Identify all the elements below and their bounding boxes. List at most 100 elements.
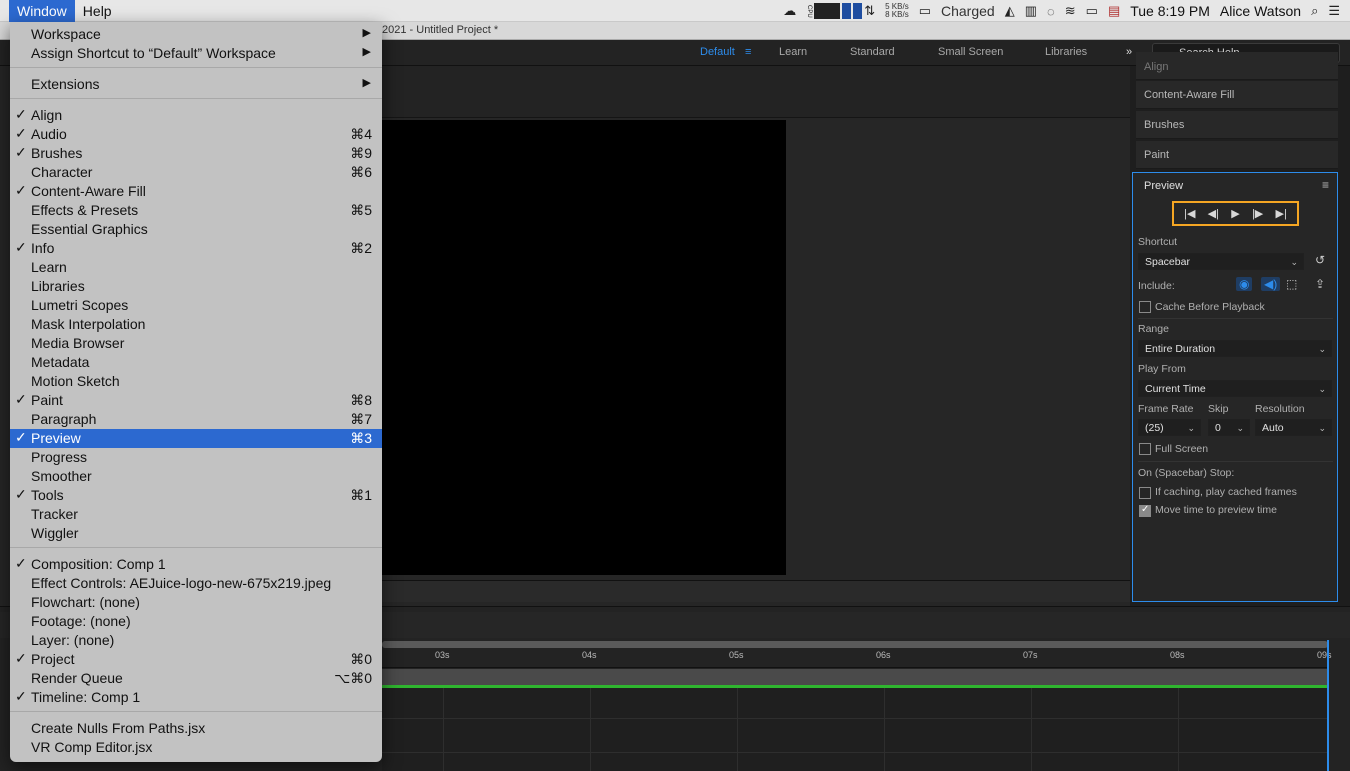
if-caching-checkbox[interactable] [1139,487,1151,499]
time-ruler[interactable] [382,648,1328,668]
last-frame-icon[interactable]: ▶| [1276,207,1287,220]
menu-item-libraries[interactable]: Libraries [10,277,382,296]
tab-standard[interactable]: Standard [850,46,895,58]
include-overlays-icon[interactable]: ⬚ [1286,277,1297,291]
menu-item-wiggler[interactable]: Wiggler [10,524,382,543]
menu-item-align[interactable]: ✓ Align [10,106,382,125]
work-area-bar[interactable] [382,669,1328,685]
menu-item-motion-sketch[interactable]: Motion Sketch [10,372,382,391]
menu-item-smoother[interactable]: Smoother [10,467,382,486]
export-icon[interactable]: ⇪ [1315,277,1325,291]
first-frame-icon[interactable]: |◀ [1184,207,1195,220]
menu-item-audio[interactable]: ✓ Audio ⌘4 [10,125,382,144]
app-grid-icon[interactable]: ▥ [1025,3,1037,19]
menu-item-metadata[interactable]: Metadata [10,353,382,372]
workspace-menu-icon[interactable]: ≡ [745,46,751,58]
menu-item-paint[interactable]: ✓ Paint ⌘8 [10,391,382,410]
battery-icon[interactable]: ▭ [1086,3,1098,19]
tab-default[interactable]: Default [700,46,735,58]
wifi-icon[interactable]: ≋ [1065,3,1076,19]
user-name[interactable]: Alice Watson [1220,3,1301,19]
chevron-down-icon: ⌄ [1318,423,1326,433]
sync-icon[interactable]: ◌ [1047,4,1055,19]
tab-libraries[interactable]: Libraries [1045,46,1087,58]
tick-label: 08s [1170,650,1185,660]
menu-item-content-aware-fill[interactable]: ✓ Content-Aware Fill [10,182,382,201]
menu-item-progress[interactable]: Progress [10,448,382,467]
menu-item-layer-none[interactable]: Layer: (none) [10,631,382,650]
panel-brushes[interactable]: Brushes [1136,111,1338,139]
menu-item-lumetri-scopes[interactable]: Lumetri Scopes [10,296,382,315]
spotlight-search-icon[interactable]: ⌕ [1311,3,1318,19]
checkmark-icon: ✓ [15,688,27,704]
flag-us-icon[interactable]: ▤ [1108,3,1120,19]
menu-item-timeline-comp-1[interactable]: ✓ Timeline: Comp 1 [10,688,382,707]
move-time-checkbox[interactable] [1139,504,1151,517]
reset-icon[interactable]: ↺ [1315,253,1325,267]
panel-content-aware-fill[interactable]: Content-Aware Fill [1136,81,1338,109]
menu-item-assign-shortcut-to-default-workspace[interactable]: Assign Shortcut to “Default” Workspace ▶ [10,44,382,63]
menu-item-media-browser[interactable]: Media Browser [10,334,382,353]
grid-line [884,688,885,771]
battery-plug-icon[interactable]: ▭ [919,3,931,19]
menu-item-effects-presets[interactable]: Effects & Presets ⌘5 [10,201,382,220]
panel-menu-icon[interactable]: ≡ [1322,178,1329,192]
menu-item-effect-controls-aejuice-logo-new-675x219-jpeg[interactable]: Effect Controls: AEJuice-logo-new-675x21… [10,574,382,593]
end-marker[interactable] [1327,640,1329,771]
more-workspaces-icon[interactable]: » [1126,46,1132,58]
menu-item-character[interactable]: Character ⌘6 [10,163,382,182]
menu-item-tracker[interactable]: Tracker [10,505,382,524]
range-dropdown[interactable]: Entire Duration ⌄ [1138,340,1332,357]
menu-item-label: Project [31,651,75,667]
next-frame-icon[interactable]: |▶ [1252,207,1263,220]
menu-item-workspace[interactable]: Workspace ▶ [10,25,382,44]
navigation-icon[interactable]: ◭ [1005,3,1015,19]
menu-item-essential-graphics[interactable]: Essential Graphics [10,220,382,239]
menu-item-composition-comp-1[interactable]: ✓ Composition: Comp 1 [10,555,382,574]
menu-item-mask-interpolation[interactable]: Mask Interpolation [10,315,382,334]
timeline-zoom-scrollbar[interactable] [382,641,1328,648]
tab-small-screen[interactable]: Small Screen [938,46,1003,58]
cpu-graph-icon [814,3,841,19]
include-audio-speaker-icon[interactable]: ◀) [1261,277,1281,291]
menu-item-tools[interactable]: ✓ Tools ⌘1 [10,486,382,505]
previous-frame-icon[interactable]: ◀| [1208,207,1219,220]
menu-item-paragraph[interactable]: Paragraph ⌘7 [10,410,382,429]
menu-item-info[interactable]: ✓ Info ⌘2 [10,239,382,258]
panel-paint[interactable]: Paint [1136,141,1338,169]
resolution-dropdown[interactable]: Auto ⌄ [1255,419,1332,436]
clock[interactable]: Tue 8:19 PM [1130,3,1210,19]
menu-item-flowchart-none[interactable]: Flowchart: (none) [10,593,382,612]
full-screen-checkbox[interactable] [1139,443,1151,455]
composition-canvas[interactable] [382,120,786,575]
menu-item-shortcut: ⌥⌘0 [334,670,372,686]
menu-item-shortcut: ⌘5 [350,202,372,218]
menu-item-extensions[interactable]: Extensions ▶ [10,75,382,94]
menu-item-brushes[interactable]: ✓ Brushes ⌘9 [10,144,382,163]
menu-window[interactable]: Window [9,0,75,22]
menu-item-footage-none[interactable]: Footage: (none) [10,612,382,631]
menu-item-preview[interactable]: ✓ Preview ⌘3 [10,429,382,448]
battery-status: Charged [941,3,995,19]
menu-item-label: Brushes [31,145,83,161]
menu-item-learn[interactable]: Learn [10,258,382,277]
menu-item-project[interactable]: ✓ Project ⌘0 [10,650,382,669]
skip-dropdown[interactable]: 0 ⌄ [1208,419,1250,436]
creative-cloud-icon[interactable]: ☁ [783,3,796,19]
menu-item-create-nulls-from-paths-jsx[interactable]: Create Nulls From Paths.jsx [10,719,382,738]
control-center-icon[interactable]: ☰ [1328,3,1340,19]
frame-rate-dropdown[interactable]: (25) ⌄ [1138,419,1201,436]
include-video-eye-icon[interactable]: ◉ [1236,277,1253,291]
menu-item-vr-comp-editor-jsx[interactable]: VR Comp Editor.jsx [10,738,382,757]
menu-item-label: Effect Controls: AEJuice-logo-new-675x21… [31,575,332,591]
play-from-dropdown[interactable]: Current Time ⌄ [1138,380,1332,397]
cache-before-playback-checkbox[interactable] [1139,301,1151,313]
menu-item-label: Content-Aware Fill [31,183,146,199]
play-icon[interactable]: ▶ [1231,207,1239,220]
menu-help[interactable]: Help [75,0,120,22]
panel-align[interactable]: Align [1136,52,1338,80]
timeline-tracks[interactable] [382,688,1328,771]
menu-item-render-queue[interactable]: Render Queue ⌥⌘0 [10,669,382,688]
tab-learn[interactable]: Learn [779,46,807,58]
shortcut-dropdown[interactable]: Spacebar ⌄ [1138,253,1304,270]
